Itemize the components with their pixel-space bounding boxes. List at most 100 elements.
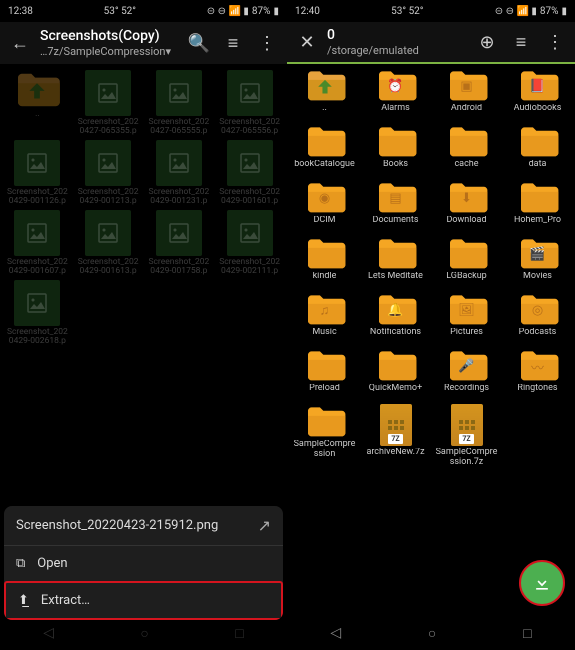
image-item[interactable]: Screenshot_202 0427-065556.p bbox=[216, 70, 283, 136]
download-icon bbox=[532, 573, 552, 593]
item-label: Ringtones bbox=[517, 384, 557, 402]
item-label: Screenshot_202 0427-065555.p bbox=[147, 118, 211, 136]
app-header-left: ← Screenshots(Copy) …7z/SampleCompressio… bbox=[0, 22, 287, 64]
parent-folder[interactable]: .. bbox=[4, 70, 71, 136]
item-label: DCIM bbox=[313, 216, 335, 234]
item-label: Notifications bbox=[370, 328, 421, 346]
item-label: .. bbox=[322, 104, 327, 122]
folder-item[interactable]: ▤Documents bbox=[362, 180, 429, 234]
menu-icon[interactable]: ⋮ bbox=[541, 28, 569, 56]
folder-item[interactable]: SampleCompression bbox=[291, 404, 358, 466]
image-item[interactable]: Screenshot_202 0429-002111.p bbox=[216, 210, 283, 276]
folder-item[interactable]: ◎Podcasts bbox=[504, 292, 571, 346]
sheet-filename-row: Screenshot_20220423-215912.png ↗ bbox=[4, 506, 283, 546]
list-view-icon[interactable]: ≡ bbox=[219, 29, 247, 57]
item-label: LGBackup bbox=[446, 272, 486, 290]
folder-item[interactable]: Preload bbox=[291, 348, 358, 402]
folder-item[interactable]: ♫Music bbox=[291, 292, 358, 346]
folder-item[interactable]: 🖼Pictures bbox=[433, 292, 500, 346]
archive-item[interactable]: 7ZarchiveNew.7z bbox=[362, 404, 429, 466]
extract-fab[interactable] bbox=[519, 560, 565, 606]
folder-item[interactable]: data bbox=[504, 124, 571, 178]
parent-folder[interactable]: .. bbox=[291, 68, 358, 122]
folder-item[interactable]: QuickMemo+ bbox=[362, 348, 429, 402]
item-label: Lets Meditate bbox=[368, 272, 423, 290]
item-label: bookCatalogue bbox=[294, 160, 355, 178]
status-time: 12:38 bbox=[8, 6, 33, 17]
folder-item[interactable]: 📕Audiobooks bbox=[504, 68, 571, 122]
item-label: Screenshot_202 0427-065556.p bbox=[218, 118, 282, 136]
item-label: .. bbox=[35, 110, 39, 128]
open-action[interactable]: ⧉ Open bbox=[4, 546, 283, 581]
nav-back-icon[interactable]: ◁ bbox=[330, 625, 341, 641]
app-header-right: ✕ 0 /storage/emulated ⊕ ≡ ⋮ bbox=[287, 22, 575, 64]
item-label: Download bbox=[446, 216, 486, 234]
image-item[interactable]: Screenshot_202 0429-001607.p bbox=[4, 210, 71, 276]
expand-icon[interactable]: ↗ bbox=[258, 516, 271, 535]
image-item[interactable]: Screenshot_202 0429-001613.p bbox=[75, 210, 142, 276]
item-label: Documents bbox=[373, 216, 419, 234]
folder-item[interactable]: Hohem_Pro bbox=[504, 180, 571, 234]
image-item[interactable]: Screenshot_202 0429-001758.p bbox=[146, 210, 213, 276]
image-item[interactable]: Screenshot_202 0429-002618.p bbox=[4, 280, 71, 346]
image-item[interactable]: Screenshot_202 0429-001601.p bbox=[216, 140, 283, 206]
nav-recent-icon[interactable]: □ bbox=[523, 625, 531, 642]
header-path[interactable]: /storage/emulated bbox=[327, 44, 467, 57]
image-item[interactable]: Screenshot_202 0429-001231.p bbox=[146, 140, 213, 206]
nav-back-icon[interactable]: ◁ bbox=[43, 625, 54, 641]
image-item[interactable]: Screenshot_202 0429-001213.p bbox=[75, 140, 142, 206]
image-item[interactable]: Screenshot_202 0429-001126.p bbox=[4, 140, 71, 206]
close-icon[interactable]: ✕ bbox=[293, 28, 321, 56]
item-label: Android bbox=[451, 104, 482, 122]
status-bar: 12:38 53° 52° ⊝ ⊖ 📶 ▮ 87% ▮ bbox=[0, 0, 287, 22]
folder-item[interactable]: 🎤Recordings bbox=[433, 348, 500, 402]
item-label: Screenshot_202 0429-001231.p bbox=[147, 188, 211, 206]
item-label: Podcasts bbox=[519, 328, 557, 346]
item-label: Movies bbox=[523, 272, 552, 290]
folder-item[interactable]: 🎬Movies bbox=[504, 236, 571, 290]
folder-item[interactable]: ⬇Download bbox=[433, 180, 500, 234]
status-temp: 53° 52° bbox=[104, 6, 136, 17]
add-icon[interactable]: ⊕ bbox=[473, 28, 501, 56]
item-label: Screenshot_202 0429-001213.p bbox=[76, 188, 140, 206]
header-path[interactable]: …7z/SampleCompression▾ bbox=[40, 45, 179, 58]
search-icon[interactable]: 🔍 bbox=[185, 29, 213, 57]
nav-recent-icon[interactable]: □ bbox=[235, 625, 243, 642]
extract-label: Extract… bbox=[41, 593, 90, 608]
folder-item[interactable]: ▣Android bbox=[433, 68, 500, 122]
folder-item[interactable]: bookCatalogue bbox=[291, 124, 358, 178]
status-icons: ⊝ ⊖ 📶 ▮ 87% ▮ bbox=[495, 6, 567, 17]
item-label: QuickMemo+ bbox=[369, 384, 422, 402]
folder-item[interactable]: kindle bbox=[291, 236, 358, 290]
item-label: kindle bbox=[313, 272, 337, 290]
open-icon: ⧉ bbox=[16, 556, 25, 571]
folder-item[interactable]: LGBackup bbox=[433, 236, 500, 290]
item-label: Pictures bbox=[450, 328, 483, 346]
item-label: Books bbox=[383, 160, 408, 178]
item-label: Screenshot_202 0429-002111.p bbox=[218, 258, 282, 276]
item-label: Screenshot_202 0429-001601.p bbox=[218, 188, 282, 206]
item-label: Screenshot_202 0429-002618.p bbox=[5, 328, 69, 346]
folder-item[interactable]: Books bbox=[362, 124, 429, 178]
folder-item[interactable]: cache bbox=[433, 124, 500, 178]
extract-action[interactable]: ⬆̲ Extract… bbox=[4, 581, 283, 620]
item-label: Screenshot_202 0429-001126.p bbox=[5, 188, 69, 206]
navbar-left: ◁ ○ □ bbox=[0, 616, 287, 650]
folder-item[interactable]: ◉DCIM bbox=[291, 180, 358, 234]
folder-item[interactable]: Lets Meditate bbox=[362, 236, 429, 290]
archive-item[interactable]: 7ZSampleCompression.7z bbox=[433, 404, 500, 466]
nav-home-icon[interactable]: ○ bbox=[428, 625, 436, 642]
file-grid-right: .. ⏰Alarms▣Android📕Audiobooks bookCatalogu… bbox=[287, 64, 575, 616]
menu-icon[interactable]: ⋮ bbox=[253, 29, 281, 57]
folder-item[interactable]: 🔔Notifications bbox=[362, 292, 429, 346]
header-title: 0 bbox=[327, 27, 467, 44]
image-item[interactable]: Screenshot_202 0427-065555.p bbox=[146, 70, 213, 136]
image-item[interactable]: Screenshot_202 0427-065355.p bbox=[75, 70, 142, 136]
item-label: Screenshot_202 0429-001758.p bbox=[147, 258, 211, 276]
nav-home-icon[interactable]: ○ bbox=[140, 625, 148, 642]
back-icon[interactable]: ← bbox=[6, 29, 34, 57]
folder-item[interactable]: 〰Ringtones bbox=[504, 348, 571, 402]
folder-item[interactable]: ⏰Alarms bbox=[362, 68, 429, 122]
list-view-icon[interactable]: ≡ bbox=[507, 28, 535, 56]
sheet-filename: Screenshot_20220423-215912.png bbox=[16, 518, 218, 533]
